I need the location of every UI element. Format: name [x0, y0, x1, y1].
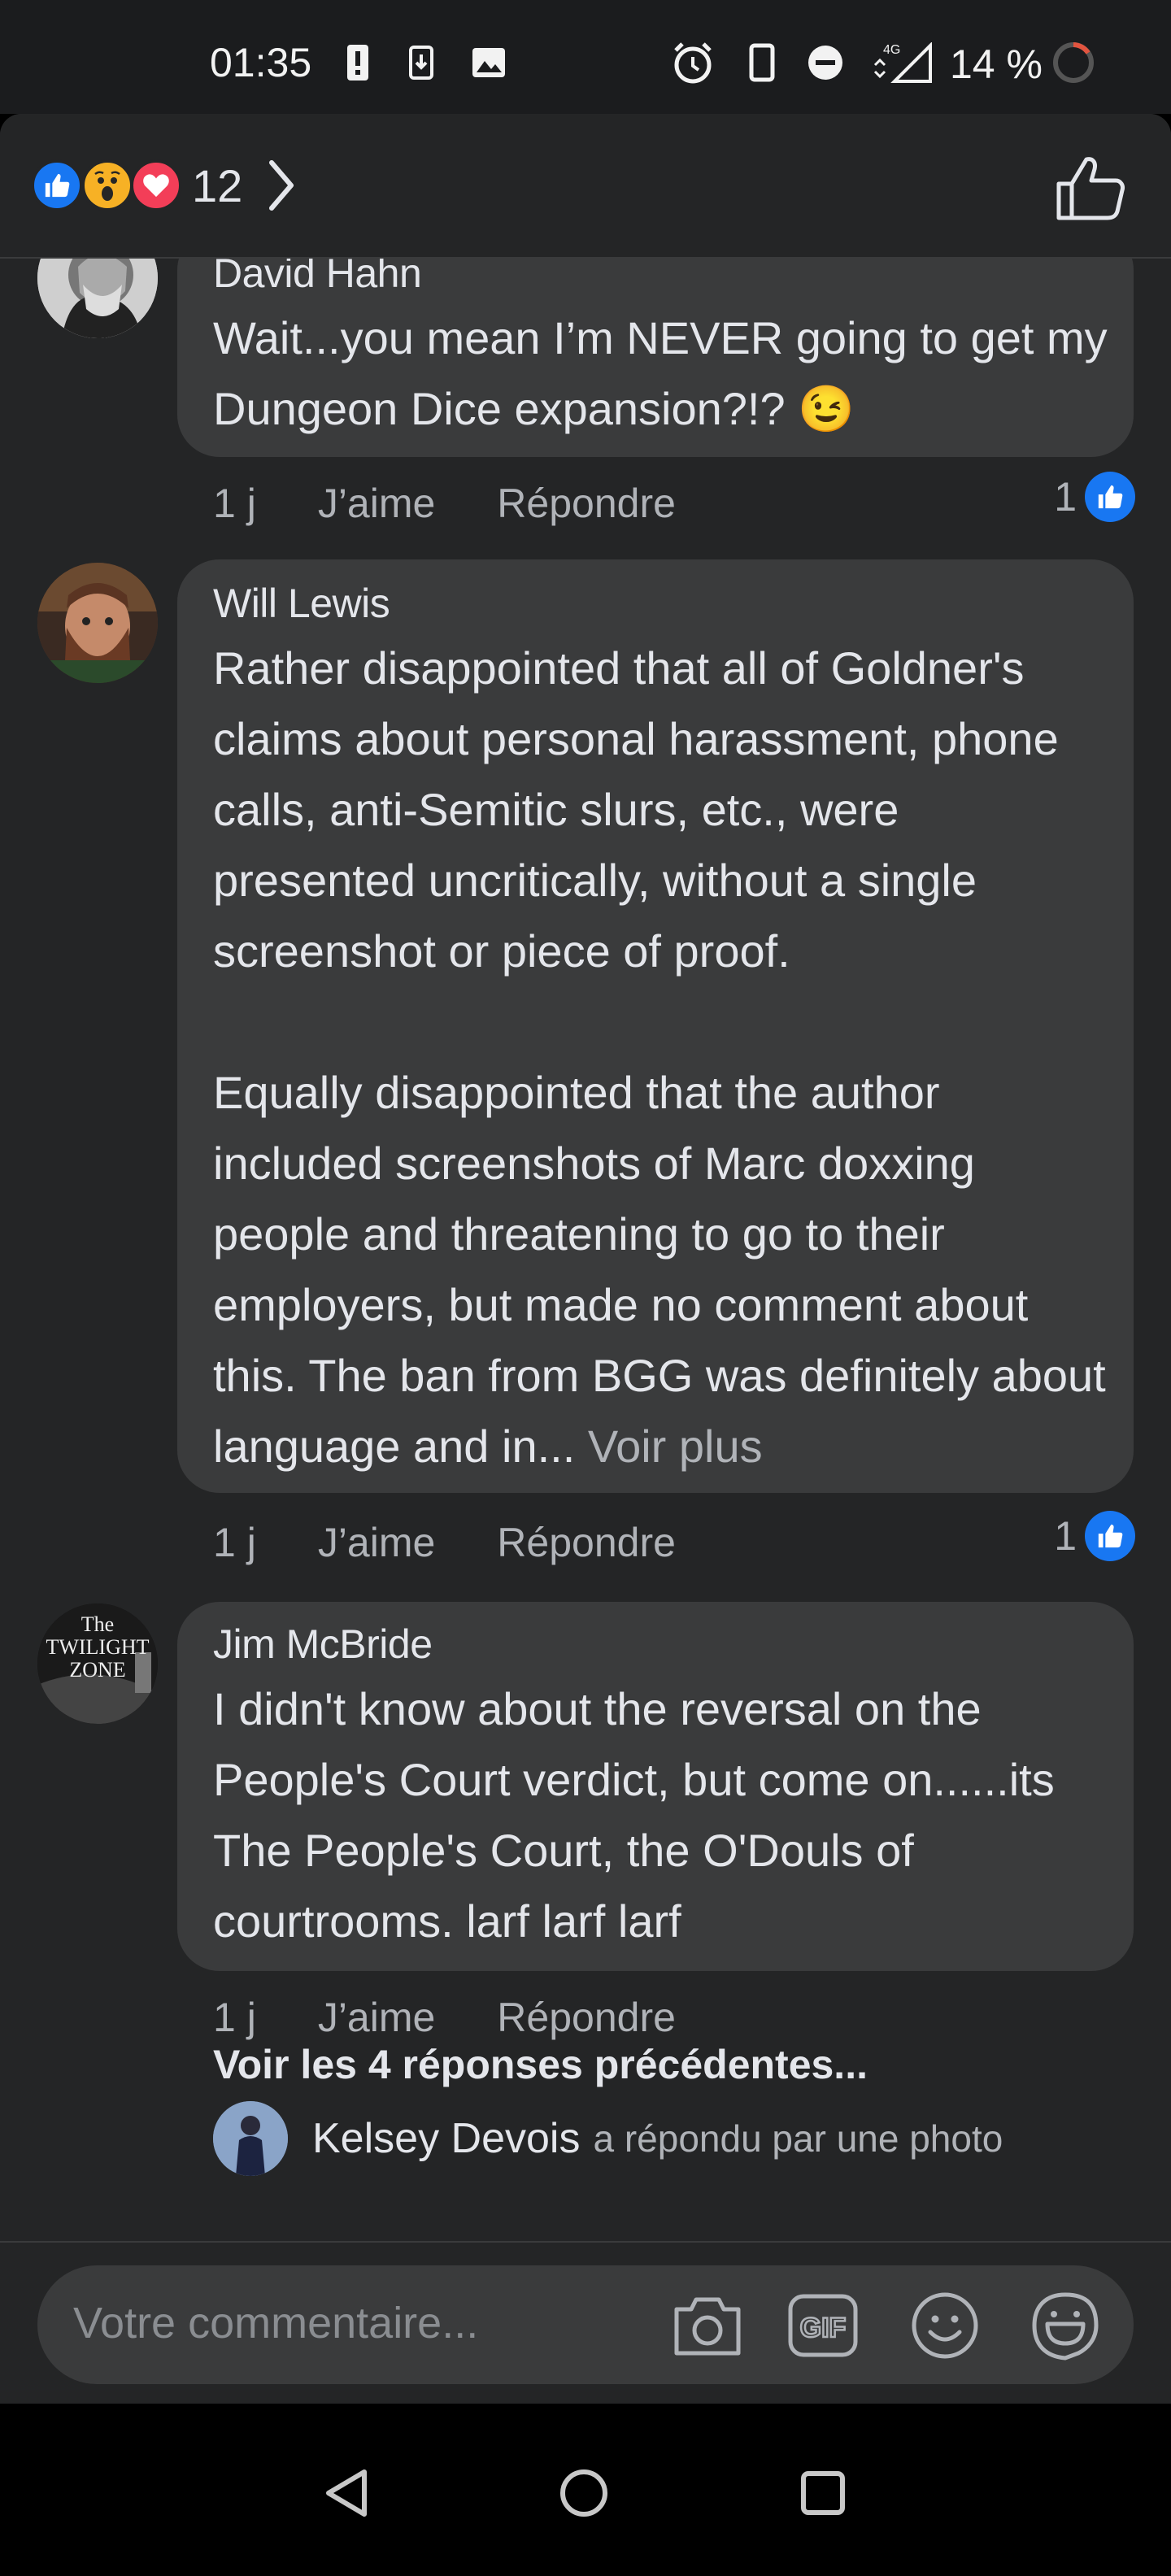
reaction-count: 12	[192, 160, 243, 211]
recents-nav-icon[interactable]	[794, 2464, 852, 2522]
comment-text-body: Rather disappointed that all of Goldner'…	[213, 642, 1106, 1472]
comments-sheet: 12 David Hahn Wait...you mean I’m NEVER …	[0, 114, 1171, 2404]
see-more-link[interactable]: Voir plus	[588, 1421, 763, 1472]
like-count-value: 1	[1054, 474, 1077, 520]
comment-author[interactable]: Jim McBride	[213, 1620, 1108, 1669]
comment-like-count[interactable]: 1	[1054, 1511, 1135, 1561]
like-comment-button[interactable]: J’aime	[318, 1994, 435, 2041]
comment-like-count[interactable]: 1	[1054, 472, 1135, 522]
chevron-right-icon[interactable]	[265, 158, 298, 213]
like-comment-button[interactable]: J’aime	[318, 1519, 435, 1566]
download-icon	[405, 42, 437, 83]
image-icon	[468, 42, 509, 83]
status-time: 01:35	[210, 40, 312, 85]
like-reaction-icon	[31, 159, 83, 211]
like-badge-icon	[1085, 1511, 1135, 1561]
comment-input[interactable]: Votre commentaire... GIF	[37, 2265, 1134, 2384]
status-bar: 01:35 4G 14 %	[0, 0, 1171, 114]
comment-composer: Votre commentaire... GIF	[0, 2241, 1171, 2404]
comment-actions: 1 j J’aime Répondre	[213, 1989, 738, 2046]
love-reaction-icon	[130, 159, 182, 211]
battery-percent: 14 %	[950, 41, 1043, 87]
home-nav-icon[interactable]	[555, 2464, 613, 2522]
like-post-button[interactable]	[1052, 151, 1125, 224]
signal-icon: 4G	[872, 42, 934, 83]
like-badge-icon	[1085, 472, 1135, 522]
back-nav-icon[interactable]	[317, 2464, 376, 2522]
comment-text: Wait...you mean I’m NEVER going to get m…	[213, 312, 1108, 434]
reactions-header[interactable]: 12	[0, 114, 1171, 259]
avatar[interactable]	[213, 2101, 288, 2176]
comment-time: 1 j	[213, 1995, 256, 2040]
comment-actions: 1 j J’aime Répondre	[213, 1514, 738, 1571]
reply-preview[interactable]: Kelsey Devois a répondu par une photo	[213, 2098, 1003, 2179]
thumbs-up-icon	[1056, 157, 1125, 220]
sticker-icon[interactable]	[1028, 2288, 1103, 2363]
reply-summary: a répondu par une photo	[593, 2117, 1003, 2160]
avatar-text-the: The	[81, 1612, 114, 1636]
comment-actions: 1 j J’aime Répondre	[213, 475, 738, 532]
like-count-value: 1	[1054, 1513, 1077, 1559]
comment-text: Rather disappointed that all of Goldner'…	[213, 633, 1108, 1482]
avatar[interactable]: The TWILIGHT ZONE	[37, 1603, 158, 1724]
reply-button[interactable]: Répondre	[497, 1994, 676, 2041]
alarm-icon	[668, 42, 717, 84]
comment-author[interactable]: Will Lewis	[213, 579, 1108, 628]
comment-text: I didn't know about the reversal on the …	[213, 1683, 1067, 1947]
comment-content: Jim McBride I didn't know about the reve…	[213, 1620, 1108, 1956]
wow-reaction-icon	[81, 159, 133, 211]
comment-content: David Hahn Wait...you mean I’m NEVER goi…	[213, 249, 1108, 444]
reply-button[interactable]: Répondre	[497, 1519, 676, 1566]
avatar[interactable]	[37, 563, 158, 683]
comment-content: Will Lewis Rather disappointed that all …	[213, 579, 1108, 1482]
alert-icon	[342, 42, 374, 83]
reply-button[interactable]: Répondre	[497, 480, 676, 527]
network-type-label: 4G	[883, 43, 900, 57]
battery-ring-icon	[1051, 42, 1096, 83]
comment-time: 1 j	[213, 481, 256, 526]
gif-label: GIF	[800, 2313, 847, 2343]
dnd-icon	[805, 42, 846, 83]
comment-time: 1 j	[213, 1520, 256, 1565]
reply-author[interactable]: Kelsey Devois	[312, 2114, 580, 2163]
avatar-text-zone: ZONE	[69, 1658, 125, 1682]
phone-icon	[742, 42, 782, 83]
previous-replies-link[interactable]: Voir les 4 réponses précédentes...	[213, 2041, 868, 2088]
system-nav-bar	[0, 2404, 1171, 2576]
like-comment-button[interactable]: J’aime	[318, 480, 435, 527]
camera-icon[interactable]	[670, 2288, 745, 2363]
comment-placeholder: Votre commentaire...	[73, 2299, 479, 2348]
avatar-text-twilight: TWILIGHT	[46, 1635, 149, 1659]
emoji-icon[interactable]	[908, 2288, 982, 2363]
gif-icon[interactable]: GIF	[786, 2288, 860, 2363]
